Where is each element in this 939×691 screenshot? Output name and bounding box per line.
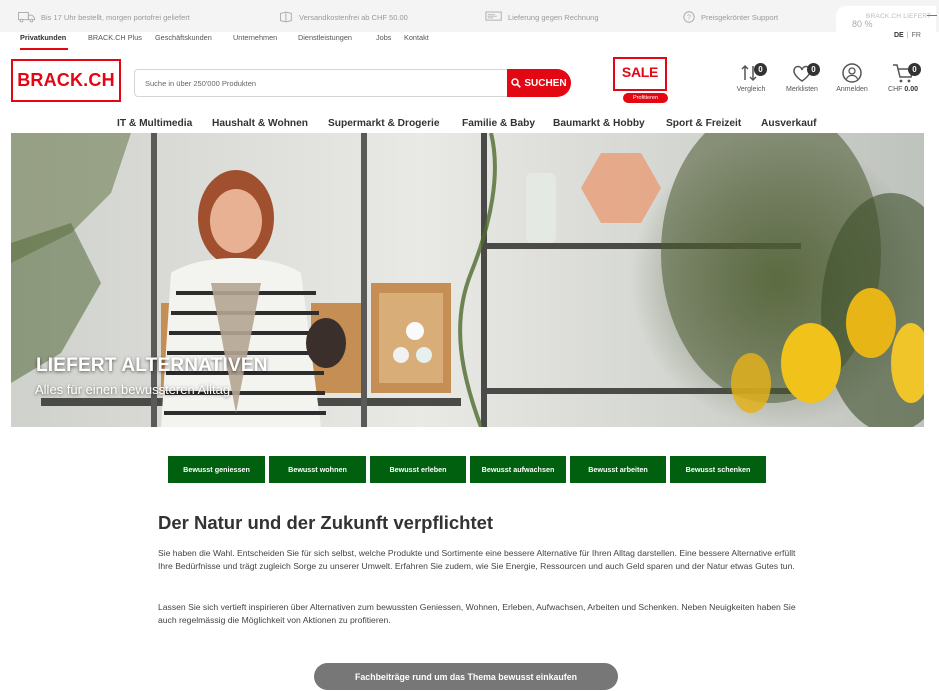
zoom-level: 80 % [852, 19, 873, 29]
language-fr[interactable]: FR [912, 32, 921, 39]
zoom-caption: BRACK.CH LIEFERT [866, 13, 932, 20]
sale-button[interactable]: SALE % [613, 57, 667, 106]
subnav-kontakt[interactable]: Kontakt [404, 33, 429, 42]
subnav-unternehmen[interactable]: Unternehmen [233, 33, 277, 42]
search-button[interactable]: SUCHEN [507, 69, 571, 97]
shipping-info: Versandkostenfrei ab CHF 50.00 [276, 10, 408, 24]
login-button[interactable]: Anmelden [832, 62, 872, 106]
category-it-multimedia[interactable]: IT & Multimedia [117, 118, 192, 129]
subnav-geschaeftskunden[interactable]: Geschäftskunden [155, 33, 212, 42]
support-info-text: Preisgekrönter Support [701, 12, 779, 22]
customer-segment-nav: Privatkunden BRACK.CH Plus Geschäftskund… [0, 25, 830, 50]
bewusst-erleben-button[interactable]: Bewusst erleben [370, 456, 466, 483]
active-tab-indicator [20, 48, 68, 50]
invoice-icon [485, 11, 503, 23]
cart-count: 0 [908, 63, 921, 76]
support-info: ? Preisgekrönter Support [682, 10, 778, 24]
brack-logo[interactable]: BRACK.CH [11, 59, 121, 102]
invoice-info: Lieferung gegen Rechnung [485, 10, 599, 24]
search-icon [511, 78, 522, 88]
bewusst-wohnen-button[interactable]: Bewusst wohnen [269, 456, 366, 483]
bewusst-geniessen-button[interactable]: Bewusst geniessen [168, 456, 265, 483]
delivery-info-text: Bis 17 Uhr bestellt, morgen portofrei ge… [41, 12, 190, 22]
hero-banner[interactable]: LIEFERT ALTERNATIVEN Alles für einen bew… [11, 133, 924, 427]
truck-icon [18, 11, 36, 23]
category-haushalt-wohnen[interactable]: Haushalt & Wohnen [212, 118, 308, 129]
gift-box-icon [276, 11, 294, 23]
bewusst-arbeiten-button[interactable]: Bewusst arbeiten [570, 456, 666, 483]
wishlist-count: 0 [807, 63, 820, 76]
inspiration-paragraph: Lassen Sie sich vertieft inspirieren übe… [158, 602, 796, 625]
category-nav: IT & Multimedia Haushalt & Wohnen Superm… [0, 111, 939, 135]
bewusst-schenken-button[interactable]: Bewusst schenken [670, 456, 766, 483]
compare-label: Vergleich [736, 86, 766, 93]
language-switcher: DE | FR [894, 32, 921, 39]
bewusst-aufwachsen-button[interactable]: Bewusst aufwachsen [470, 456, 566, 483]
subnav-jobs[interactable]: Jobs [376, 33, 391, 42]
hero-subtitle: Alles für einen bewussteren Alltag [35, 382, 231, 397]
subnav-brack-plus[interactable]: BRACK.CH Plus [88, 33, 142, 42]
category-ausverkauf[interactable]: Ausverkauf [761, 118, 817, 129]
subnav-privatkunden[interactable]: Privatkunden [20, 33, 66, 42]
subnav-dienstleistungen[interactable]: Dienstleistungen [298, 33, 352, 42]
question-circle-icon: ? [682, 11, 696, 23]
language-de[interactable]: DE [894, 32, 904, 39]
articles-link-button[interactable]: Fachbeiträge rund um das Thema bewusst e… [314, 663, 618, 690]
invoice-info-text: Lieferung gegen Rechnung [508, 12, 599, 22]
page-heading: Der Natur und der Zukunft verpflichtet [158, 512, 494, 533]
user-icon [842, 63, 862, 83]
wishlist-button[interactable]: 0 Merklisten [782, 62, 822, 106]
delivery-info: Bis 17 Uhr bestellt, morgen portofrei ge… [18, 10, 190, 24]
search-button-label: SUCHEN [524, 77, 567, 89]
sale-badge[interactable]: Profitieren [623, 93, 668, 103]
zoom-indicator [836, 6, 936, 40]
compare-button[interactable]: 0 Vergleich [731, 62, 771, 106]
cart-currency: CHF [888, 86, 903, 93]
intro-paragraph: Sie haben die Wahl. Entscheiden Sie für … [158, 548, 796, 571]
login-label: Anmelden [836, 86, 868, 93]
category-supermarkt-drogerie[interactable]: Supermarkt & Drogerie [328, 118, 440, 129]
wishlist-label: Merklisten [786, 86, 818, 93]
category-baumarkt-hobby[interactable]: Baumarkt & Hobby [553, 118, 645, 129]
category-familie-baby[interactable]: Familie & Baby [462, 118, 535, 129]
cart-total: CHF 0.00 [883, 86, 923, 93]
svg-text:?: ? [687, 15, 691, 22]
shipping-info-text: Versandkostenfrei ab CHF 50.00 [299, 12, 408, 22]
hero-title: LIEFERT ALTERNATIVEN [36, 355, 268, 376]
language-separator: | [906, 32, 909, 39]
cart-button[interactable]: 0 CHF 0.00 [883, 62, 923, 106]
category-sport-freizeit[interactable]: Sport & Freizeit [666, 118, 741, 129]
search-input[interactable]: Suche in über 250'000 Produkten [134, 69, 508, 97]
minimize-dash-icon[interactable] [927, 15, 937, 16]
compare-count: 0 [754, 63, 767, 76]
cart-amount: 0.00 [904, 86, 918, 93]
